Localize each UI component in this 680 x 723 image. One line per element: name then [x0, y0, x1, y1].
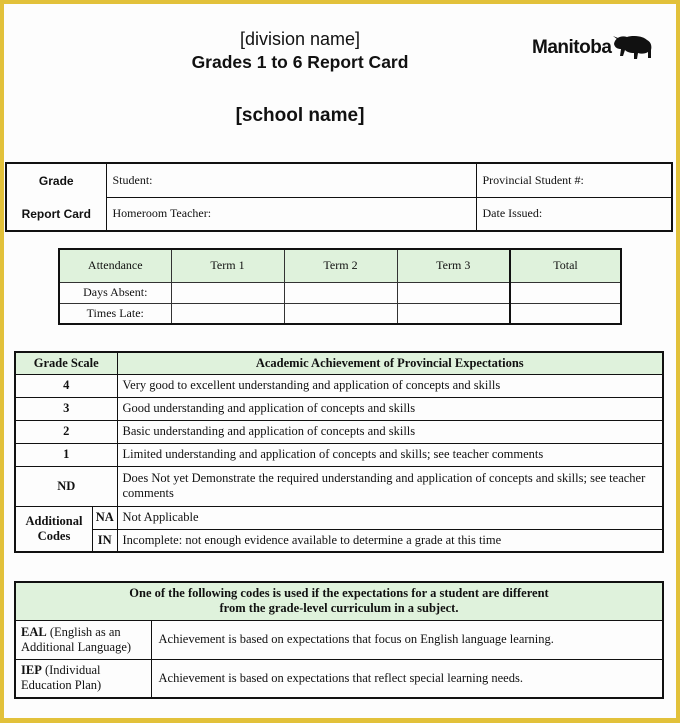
grade-value: 4 [14, 373, 118, 398]
grade-value: 1 [14, 442, 118, 467]
code-abbrev: IEP [21, 663, 42, 678]
code-description: Achievement is based on expectations tha… [150, 658, 664, 699]
days-absent-label: Days Absent: [58, 281, 172, 304]
additional-label-line2: Codes [37, 528, 71, 543]
codes-header: One of the following codes is used if th… [14, 581, 664, 621]
code-description: Achievement is based on expectations tha… [150, 619, 664, 660]
grade-description: Limited understanding and application of… [116, 442, 664, 467]
table-row: 3 Good understanding and application of … [14, 396, 664, 421]
codes-header-line1: One of the following codes is used if th… [129, 586, 549, 601]
grade-label: Grade [5, 162, 107, 197]
homeroom-teacher-field[interactable]: Homeroom Teacher: [105, 196, 477, 232]
days-absent-total[interactable] [509, 281, 622, 304]
table-row: ND Does Not yet Demonstrate the required… [14, 465, 664, 507]
codes-header-line2: from the grade-level curriculum in a sub… [219, 601, 459, 616]
code-value: IN [92, 528, 118, 553]
table-row: Times Late: [58, 302, 622, 325]
code-value: NA [92, 505, 118, 530]
grade-description: Very good to excellent understanding and… [116, 373, 664, 398]
grade-description: Good understanding and application of co… [116, 396, 664, 421]
table-row: 2 Basic understanding and application of… [14, 419, 664, 444]
term2-header: Term 2 [283, 248, 398, 283]
date-issued-field[interactable]: Date Issued: [475, 196, 673, 232]
table-row: Additional Codes NA Not Applicable [14, 505, 664, 553]
grade-scale-header: Grade Scale [14, 351, 118, 375]
table-row: 4 Very good to excellent understanding a… [14, 373, 664, 398]
grade-value: 3 [14, 396, 118, 421]
term3-header: Term 3 [396, 248, 511, 283]
manitoba-logo: Manitoba [532, 34, 653, 62]
table-row: IEP (Individual Education Plan) Achievem… [14, 658, 664, 699]
times-late-term3[interactable] [396, 302, 511, 325]
code-abbrev: EAL [21, 624, 47, 639]
days-absent-term3[interactable] [396, 281, 511, 304]
report-card-label: Report Card [5, 197, 107, 232]
code-cell: IEP (Individual Education Plan) [14, 658, 152, 699]
student-info-table: Grade Student: Provincial Student #: Rep… [5, 162, 673, 232]
logo-text: Manitoba [532, 37, 612, 58]
table-row: IN Incomplete: not enough evidence avail… [15, 528, 664, 553]
grade-scale-table: Grade Scale Academic Achievement of Prov… [14, 351, 664, 553]
times-late-term2[interactable] [283, 302, 398, 325]
codes-header-row: One of the following codes is used if th… [14, 581, 664, 621]
provincial-student-number-field[interactable]: Provincial Student #: [475, 162, 673, 198]
alternate-codes-table: One of the following codes is used if th… [14, 581, 664, 699]
total-header: Total [509, 248, 622, 283]
document-title: Grades 1 to 6 Report Card [191, 52, 409, 72]
code-description: Incomplete: not enough evidence availabl… [116, 528, 664, 553]
report-card-page: [division name] Grades 1 to 6 Report Car… [4, 4, 676, 718]
days-absent-term2[interactable] [283, 281, 398, 304]
grade-value: 2 [14, 419, 118, 444]
table-row: 1 Limited understanding and application … [14, 442, 664, 467]
attendance-header-row: Attendance Term 1 Term 2 Term 3 Total [58, 248, 622, 283]
additional-codes-label: Additional Codes [14, 505, 94, 553]
days-absent-term1[interactable] [170, 281, 285, 304]
table-row: Days Absent: [58, 281, 622, 304]
grade-description: Basic understanding and application of c… [116, 419, 664, 444]
student-field[interactable]: Student: [105, 162, 477, 198]
term1-header: Term 1 [170, 248, 285, 283]
attendance-table: Attendance Term 1 Term 2 Term 3 Total Da… [58, 248, 622, 325]
code-description: Not Applicable [116, 505, 664, 530]
bison-icon [613, 36, 652, 59]
grade-description: Does Not yet Demonstrate the required un… [116, 465, 664, 507]
times-late-term1[interactable] [170, 302, 285, 325]
additional-label-line1: Additional [25, 513, 83, 528]
grade-scale-header-row: Grade Scale Academic Achievement of Prov… [14, 351, 664, 375]
school-name: [school name] [235, 105, 365, 126]
table-row: EAL (English as an Additional Language) … [14, 619, 664, 660]
division-name: [division name] [239, 29, 361, 49]
code-cell: EAL (English as an Additional Language) [14, 619, 152, 660]
times-late-total[interactable] [509, 302, 622, 325]
grade-value: ND [14, 465, 118, 507]
attendance-header: Attendance [58, 248, 172, 283]
times-late-label: Times Late: [58, 302, 172, 325]
achievement-header: Academic Achievement of Provincial Expec… [116, 351, 664, 375]
